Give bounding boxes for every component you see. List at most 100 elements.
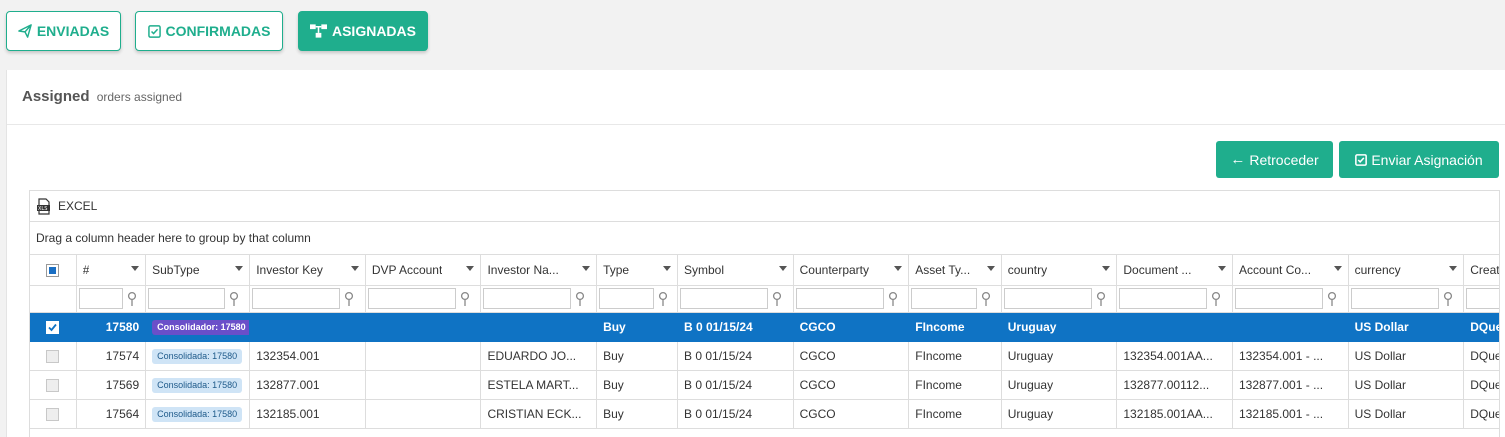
col-header-dvp-account[interactable]: DVP Account [365, 255, 482, 286]
filter-input[interactable] [1003, 288, 1092, 309]
cell-order-number: 17569 [76, 370, 147, 400]
orders-grid: XLS EXCEL Drag a column header here to g… [29, 190, 1500, 437]
row-select-cell[interactable] [30, 370, 77, 400]
retroceder-label: Retroceder [1249, 151, 1319, 168]
filter-input[interactable] [367, 288, 456, 309]
chevron-down-icon[interactable] [582, 266, 591, 271]
filter-input[interactable] [78, 288, 123, 309]
tab-asignadas[interactable]: ASIGNADAS [298, 11, 428, 51]
filter-input[interactable] [680, 288, 768, 309]
chevron-down-icon[interactable] [1218, 266, 1226, 271]
col-header-subtype[interactable]: SubType [145, 255, 251, 286]
filter-input[interactable] [1119, 288, 1208, 309]
col-label: Document ... [1123, 263, 1192, 278]
retroceder-button[interactable]: ← Retroceder [1216, 141, 1333, 178]
col-header-document[interactable]: Document ... [1116, 255, 1233, 286]
chevron-down-icon[interactable] [1102, 266, 1111, 271]
chevron-down-icon[interactable] [1449, 266, 1458, 271]
filter-input[interactable] [1235, 288, 1323, 309]
row-select-cell[interactable] [30, 312, 77, 342]
col-label: SubType [152, 263, 200, 278]
chevron-down-icon[interactable] [466, 266, 475, 271]
row-checkbox[interactable] [46, 378, 60, 392]
filter-input[interactable] [148, 288, 226, 309]
filter-pin-icon[interactable] [979, 291, 993, 307]
chevron-down-icon[interactable] [1333, 266, 1342, 271]
filter-pin-icon[interactable] [1094, 291, 1108, 307]
filter-input[interactable] [599, 288, 655, 309]
select-all-cell[interactable] [30, 255, 77, 286]
filter-pin-icon[interactable] [1325, 291, 1339, 307]
chevron-down-icon[interactable] [131, 266, 140, 271]
filter-cell [1116, 285, 1233, 313]
col-header-counterparty[interactable]: Counterparty [793, 255, 910, 286]
send-icon [17, 24, 32, 38]
cell-currency: US Dollar [1348, 312, 1465, 342]
row-checkbox[interactable] [46, 320, 60, 334]
cell-country: Uruguay [1001, 312, 1118, 342]
filter-pin-icon[interactable] [458, 291, 472, 307]
page-title-main: Assigned [22, 88, 90, 105]
filter-pin-icon[interactable] [573, 291, 587, 307]
filter-input[interactable] [252, 288, 341, 309]
cell-symbol: B 0 01/15/24 [677, 399, 794, 429]
row-checkbox[interactable] [46, 349, 60, 363]
table-row[interactable]: 17564 Consolidada: 17580 132185.001 CRISTIA… [30, 399, 1499, 429]
col-header-symbol[interactable]: Symbol [677, 255, 794, 286]
filter-pin-icon[interactable] [125, 291, 139, 307]
chevron-down-icon[interactable] [663, 266, 671, 271]
col-header-investor-name[interactable]: Investor Na... [480, 255, 598, 286]
table-row[interactable]: 17574 Consolidada: 17580 132354.001 EDUARDO… [30, 341, 1499, 371]
col-label: Type [603, 263, 630, 278]
chevron-down-icon[interactable] [235, 266, 244, 271]
cell-document: 132185.001AA... [1116, 399, 1233, 429]
cell-asset-type: FIncome [908, 370, 1002, 400]
chevron-down-icon[interactable] [778, 266, 787, 271]
chevron-down-icon[interactable] [986, 266, 995, 271]
col-header-created-by[interactable]: Created By [1463, 255, 1499, 286]
filter-cell [793, 285, 910, 313]
filter-input[interactable] [483, 288, 572, 309]
filter-pin-icon[interactable] [770, 291, 784, 307]
filter-pin-icon[interactable] [342, 291, 356, 307]
cell-symbol: B 0 01/15/24 [677, 312, 794, 342]
select-all-checkbox[interactable] [46, 263, 60, 277]
col-label: currency [1354, 263, 1401, 278]
row-select-cell[interactable] [30, 399, 77, 429]
chevron-down-icon[interactable] [894, 266, 903, 271]
col-header-number[interactable]: # [76, 255, 147, 286]
col-header-account[interactable]: Account Co... [1232, 255, 1349, 286]
tab-confirmadas[interactable]: CONFIRMADAS [135, 11, 283, 51]
col-label: DVP Account [371, 263, 443, 278]
cell-order-type: Buy [596, 312, 678, 342]
col-header-asset-type[interactable]: Asset Ty... [908, 255, 1002, 286]
row-checkbox[interactable] [46, 407, 60, 421]
col-label: Symbol [684, 263, 725, 278]
filter-input[interactable] [911, 288, 978, 309]
filter-pin-icon[interactable] [656, 291, 670, 307]
filter-pin-icon[interactable] [1441, 291, 1455, 307]
group-by-hint: Drag a column header here to group by th… [36, 231, 311, 245]
table-row[interactable]: 17580 Consolidador: 17580 Buy B 0 01/15/24 C… [30, 312, 1499, 342]
tab-enviadas[interactable]: ENVIADAS [6, 11, 121, 51]
filter-pin-icon[interactable] [1209, 291, 1223, 307]
enviar-asignacion-button[interactable]: Enviar Asignación [1339, 141, 1499, 178]
filter-pin-icon[interactable] [886, 291, 900, 307]
filter-input[interactable] [1350, 288, 1439, 309]
col-header-currency[interactable]: currency [1348, 255, 1465, 286]
row-select-cell[interactable] [30, 341, 77, 371]
group-by-panel[interactable]: Drag a column header here to group by th… [30, 222, 1499, 255]
excel-export-button[interactable]: XLS EXCEL [36, 197, 97, 215]
filter-pin-icon[interactable] [227, 291, 241, 307]
col-header-type[interactable]: Type [596, 255, 678, 286]
top-tab-bar: ENVIADAS CONFIRMADAS ASIGNADAS [0, 0, 1505, 70]
cell-asset-type: FIncome [908, 312, 1002, 342]
cell-created-by: DQuevedo [1463, 370, 1499, 400]
filter-input[interactable] [795, 288, 884, 309]
cell-dvp-account [365, 341, 482, 371]
filter-input[interactable] [1466, 288, 1499, 309]
chevron-down-icon[interactable] [350, 266, 359, 271]
col-header-investor-key[interactable]: Investor Key [249, 255, 366, 286]
col-header-country[interactable]: country [1001, 255, 1118, 286]
table-row[interactable]: 17569 Consolidada: 17580 132877.001 ESTELA … [30, 370, 1499, 400]
